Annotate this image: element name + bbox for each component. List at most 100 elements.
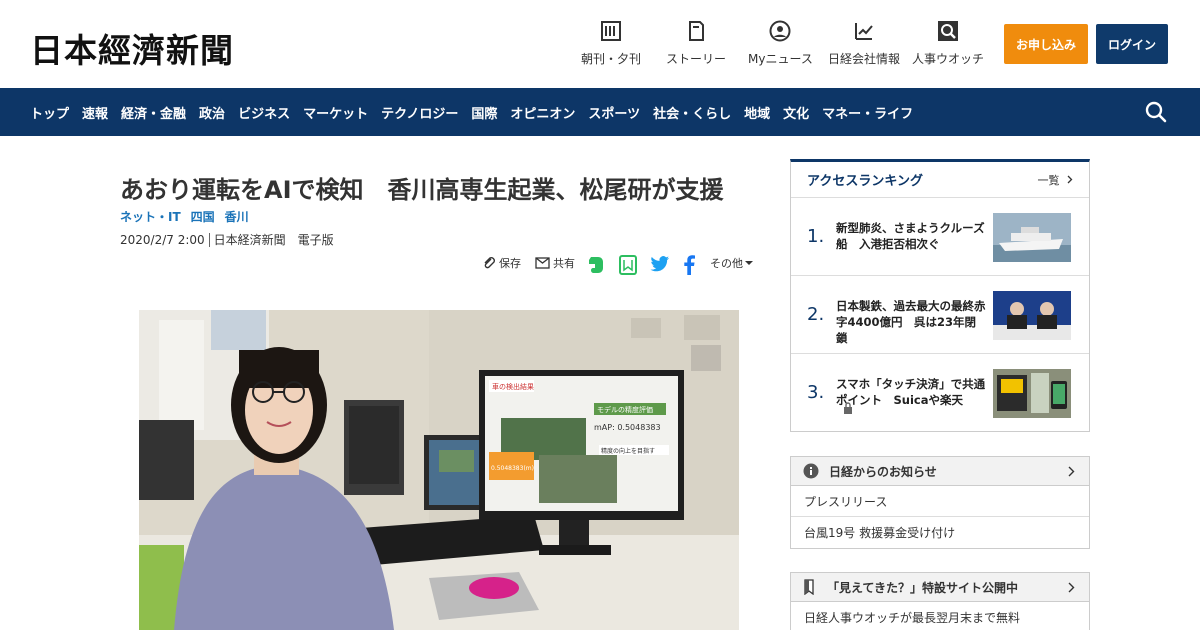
notice-item-label: プレスリリース [804,494,888,509]
navbar-item-market[interactable]: マーケット [303,103,368,122]
chevron-right-icon [1068,582,1075,593]
twitter-button[interactable] [650,255,673,273]
article-photo: 車の検出結果 モデルの精度評価 mAP: 0.5048383 0.5048383… [139,310,739,630]
tag-shikoku[interactable]: 四国 [191,208,215,225]
navbar-menu: トップ 速報 経済・金融 政治 ビジネス マーケット テクノロジー 国際 オピニ… [30,88,926,136]
nav-story[interactable]: ストーリー [666,20,726,67]
chevron-right-icon [1067,175,1073,183]
site-logo[interactable]: 日本經濟新聞 [30,24,234,72]
more-share-button[interactable]: その他 [710,255,756,271]
article-title: あおり運転をAIで検知 香川高専生起業、松尾研が支援 [120,176,724,204]
site-header: 日本經濟新聞 朝刊・夕刊 ストーリー Myニュース 日経会社情報 人事ウオッチ … [0,0,1200,88]
photo-illustration: 車の検出結果 モデルの精度評価 mAP: 0.5048383 0.5048383… [139,310,739,630]
ranking-title: アクセスランキング [807,174,923,189]
evernote-button[interactable] [587,255,608,275]
share-button[interactable]: 共有 [535,255,575,271]
navbar-item-region[interactable]: 地域 [744,103,770,122]
press-conference-thumbnail [993,291,1071,340]
article-meta: 2020/2/7 2:00 日本経済新聞 電子版 [120,231,334,248]
notice-header[interactable]: 日経からのお知らせ [791,457,1089,486]
book-icon [689,21,704,41]
user-icon [769,20,791,42]
screen-model-label: モデルの精度評価 [597,405,653,414]
navbar-item-technology[interactable]: テクノロジー [381,103,458,122]
facebook-icon [684,255,695,275]
navbar-item-politics[interactable]: 政治 [199,103,225,122]
mail-icon [535,257,550,269]
navbar-item-top[interactable]: トップ [30,103,69,122]
ranking-headline: 新型肺炎、さまようクルーズ船 入港拒否相次ぐ [836,221,985,251]
nav-my-news-label: Myニュース [748,52,813,66]
share-label: 共有 [553,257,575,270]
special-item[interactable]: 日経人事ウオッチが最長翌月末まで無料 [791,602,1089,630]
special-header[interactable]: 「見えてきた？」特設サイト公開中 [791,573,1089,602]
ranking-more-link[interactable]: 一覧 [1038,172,1074,188]
notice-item-press-release[interactable]: プレスリリース [791,486,1089,517]
info-icon [803,463,819,479]
lock-icon [844,402,852,414]
navbar-item-breaking[interactable]: 速報 [82,103,108,122]
screen-left-panel: 0.5048383(m) [491,465,534,472]
ranking-headline: スマホ「タッチ決済」で共通ポイント Suicaや楽天 [836,377,986,407]
nav-company-info[interactable]: 日経会社情報 [828,20,900,67]
newspaper-icon [601,21,621,41]
navbar-item-business[interactable]: ビジネス [238,103,290,122]
login-button[interactable]: ログイン [1096,24,1168,64]
clip-button[interactable] [619,255,640,275]
chevron-right-icon [1068,466,1075,477]
twitter-icon [650,256,669,272]
caret-down-icon [745,261,753,265]
ranking-number: 2. [807,304,825,325]
ranking-number: 1. [807,226,825,247]
nav-my-news[interactable]: Myニュース [748,20,813,67]
ranking-headline: 日本製鉄、過去最大の最終赤字4400億円 呉は23年閉鎖 [836,299,986,345]
cruise-ship-thumbnail [993,213,1071,262]
access-ranking: アクセスランキング 一覧 1. 新型肺炎、さまようクルーズ船 入港拒否相次ぐ 2… [790,159,1090,432]
ranking-item[interactable]: 2. 日本製鉄、過去最大の最終赤字4400億円 呉は23年閉鎖 [791,276,1089,354]
nav-personnel-watch[interactable]: 人事ウオッチ [912,20,984,67]
chart-icon [855,23,873,40]
navbar-item-culture[interactable]: 文化 [783,103,809,122]
ranking-item[interactable]: 1. 新型肺炎、さまようクルーズ船 入港拒否相次ぐ [791,198,1089,276]
save-button[interactable]: 保存 [482,255,521,271]
meta-divider [208,232,210,247]
clip-icon [619,255,637,275]
nav-company-info-label: 日経会社情報 [828,52,901,66]
article-date: 2020/2/7 2:00 [120,232,205,247]
ranking-number: 3. [807,382,825,403]
navbar-item-international[interactable]: 国際 [471,103,497,122]
ranking-header: アクセスランキング 一覧 [791,162,1089,198]
ranking-more-label: 一覧 [1037,173,1060,187]
special-site-box: 「見えてきた？」特設サイト公開中 日経人事ウオッチが最長翌月末まで無料 [790,572,1090,630]
evernote-icon [589,257,603,273]
facebook-button[interactable] [683,255,698,275]
nav-print-edition[interactable]: 朝刊・夕刊 [581,20,641,67]
screen-title: 車の検出結果 [492,382,534,391]
apply-button[interactable]: お申し込み [1004,24,1088,64]
navbar-item-money-life[interactable]: マネー・ライフ [822,103,913,122]
save-label: 保存 [499,257,521,270]
article-tags: ネット・IT 四国 香川 [120,208,259,225]
special-title: 「見えてきた？」特設サイト公開中 [827,580,1019,595]
article-source: 日本経済新聞 電子版 [213,233,334,247]
navbar-item-economy[interactable]: 経済・金融 [121,103,186,122]
navbar-item-society[interactable]: 社会・くらし [653,103,731,122]
notice-title: 日経からのお知らせ [829,464,937,479]
navbar-item-sports[interactable]: スポーツ [588,103,640,122]
nav-print-edition-label: 朝刊・夕刊 [581,52,642,66]
search-icon[interactable] [1144,100,1168,124]
screen-map-label: mAP: 0.5048383 [594,423,661,432]
nikkei-notice-box: 日経からのお知らせ プレスリリース 台風19号 救援募金受け付け [790,456,1090,549]
notice-item-typhoon-donation[interactable]: 台風19号 救援募金受け付け [791,517,1089,548]
tag-net-it[interactable]: ネット・IT [120,208,181,225]
special-item-label: 日経人事ウオッチが最長翌月末まで無料 [804,611,1021,625]
nav-personnel-watch-label: 人事ウオッチ [912,52,985,66]
main-navbar: トップ 速報 経済・金融 政治 ビジネス マーケット テクノロジー 国際 オピニ… [0,88,1200,136]
nav-story-label: ストーリー [666,52,727,66]
ranking-item[interactable]: 3. スマホ「タッチ決済」で共通ポイント Suicaや楽天 [791,354,1089,432]
bookmark-icon [804,579,814,595]
tag-kagawa[interactable]: 香川 [225,208,249,225]
navbar-item-opinion[interactable]: オピニオン [510,103,575,122]
more-share-label: その他 [710,257,743,270]
search-person-icon [938,21,958,41]
